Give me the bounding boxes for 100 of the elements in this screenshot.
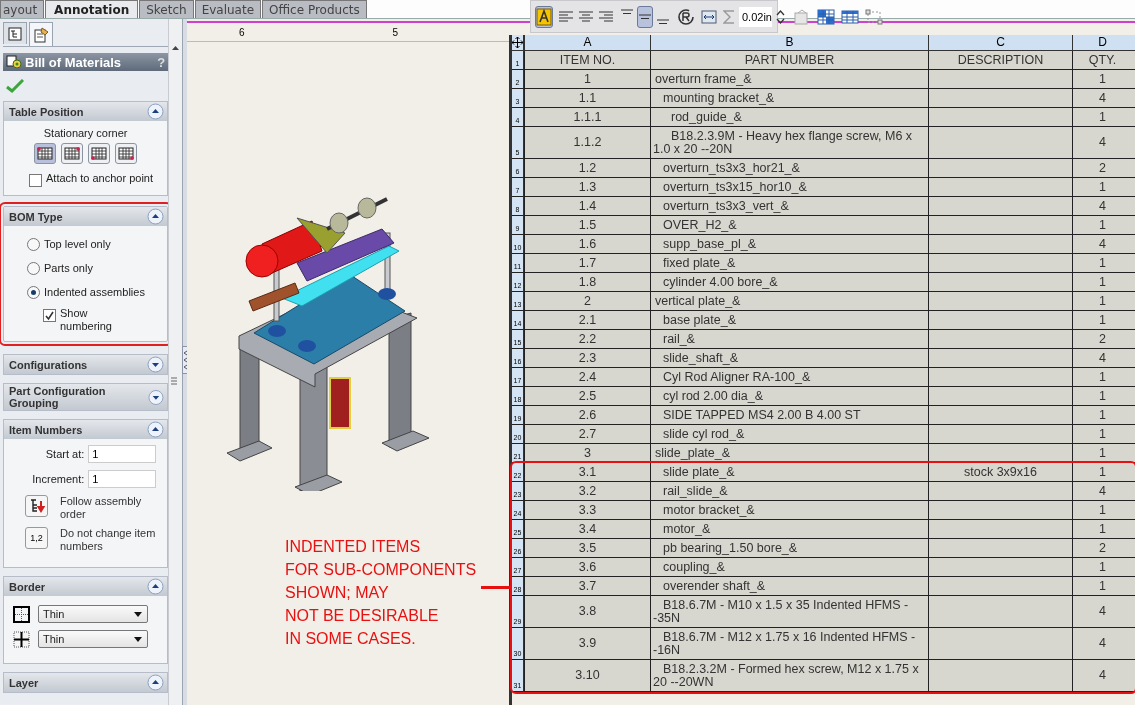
- table-cell: slide_plate_&: [650, 444, 928, 462]
- table-cell: 2.5: [524, 387, 650, 405]
- scrollbar[interactable]: [168, 19, 182, 705]
- properties-icon[interactable]: [793, 8, 811, 25]
- table-cell: overturn_ts3x3_vert_&: [650, 197, 928, 215]
- collapse-icon[interactable]: [147, 578, 165, 595]
- corner-button[interactable]: [88, 143, 111, 164]
- checkbox-label: Show numbering: [60, 307, 113, 333]
- checkbox[interactable]: [43, 309, 56, 322]
- corner-button[interactable]: [61, 143, 84, 164]
- table-cell: 1.1: [524, 89, 650, 107]
- table-cell: 1: [1072, 70, 1132, 88]
- table-cell: cyl rod 2.00 dia_&: [650, 387, 928, 405]
- table-cell: 1: [1072, 425, 1132, 443]
- ribbon-tab[interactable]: Office Products: [262, 0, 367, 18]
- table-cell: rail_&: [650, 330, 928, 348]
- vertical-align-button[interactable]: [637, 5, 653, 28]
- keep-numbers-button[interactable]: 1,2: [25, 527, 48, 549]
- radio-button[interactable]: [27, 285, 40, 299]
- move-table-icon[interactable]: [512, 37, 523, 48]
- rotate-icon[interactable]: [677, 7, 695, 26]
- table-cell: 2.4: [524, 368, 650, 386]
- table-icon[interactable]: [841, 9, 859, 24]
- table-cell: base plate_&: [650, 311, 928, 329]
- column-letter[interactable]: D: [1072, 35, 1132, 50]
- table-cell: B18.2.3.2M - Formed hex screw, M12 x 1.75 x 20 --20WN: [650, 660, 928, 691]
- table-cell: cylinder 4.00 bore_&: [650, 273, 928, 291]
- table-cell: 1: [1072, 387, 1132, 405]
- table-cell: overturn_ts3x3_hor21_&: [650, 159, 928, 177]
- table-cell: supp_base_pl_&: [650, 235, 928, 253]
- table-cell: 3: [524, 444, 650, 462]
- table-cell: B18.6.7M - M12 x 1.75 x 16 Indented HFMS --16N: [650, 628, 928, 659]
- table-cell: SIDE TAPPED MS4 2.00 B 4.00 ST: [650, 406, 928, 424]
- table-cell: 1.2: [524, 159, 650, 177]
- ribbon-tab[interactable]: Sketch: [139, 0, 194, 18]
- table-cell: 1.7: [524, 254, 650, 272]
- spinner-icon[interactable]: [776, 8, 785, 25]
- table-cell: overturn_ts3x15_hor10_&: [650, 178, 928, 196]
- table-cell: overender shaft_&: [650, 577, 928, 595]
- table-cell: 3.10: [524, 660, 650, 691]
- table-cell: 1: [1072, 292, 1132, 310]
- increment-field[interactable]: 1: [88, 470, 157, 488]
- table-cell: 1: [1072, 108, 1132, 126]
- grip-icon[interactable]: [171, 377, 177, 387]
- table-cell: 2: [1072, 330, 1132, 348]
- table-cell: 3.5: [524, 539, 650, 557]
- radio-label: Parts only: [44, 262, 93, 274]
- table-cell: motor_&: [650, 520, 928, 538]
- expand-icon[interactable]: [148, 388, 165, 406]
- vertical-align-icon: [638, 13, 652, 20]
- fit-icon[interactable]: [701, 9, 717, 24]
- table-cell: 4: [1072, 660, 1132, 691]
- ribbon-tab[interactable]: Annotation: [45, 0, 139, 18]
- spacing-field[interactable]: 0.02in: [739, 6, 772, 27]
- table-cell: 1.4: [524, 197, 650, 215]
- option-label: Follow assembly order: [60, 495, 143, 521]
- expand-icon[interactable]: [147, 356, 165, 373]
- feature-tree-tab[interactable]: [3, 22, 27, 44]
- table-cell: 1: [1072, 311, 1132, 329]
- ok-check-icon[interactable]: [6, 79, 24, 93]
- table-cell: 1: [1072, 444, 1132, 462]
- collapse-icon[interactable]: [147, 674, 165, 691]
- column-header: DESCRIPTION: [928, 51, 1072, 69]
- column-letter[interactable]: C: [928, 35, 1072, 50]
- table-cell: 2.6: [524, 406, 650, 424]
- select-table-icon[interactable]: [865, 8, 883, 25]
- ribbon-tab[interactable]: ayout: [0, 0, 45, 18]
- table-cell: 4: [1072, 349, 1132, 367]
- collapse-icon[interactable]: [147, 421, 165, 438]
- border-dropdown[interactable]: Thin: [38, 605, 148, 623]
- field-label: Stationary corner: [42, 127, 129, 139]
- ribbon-tab[interactable]: Evaluate: [194, 0, 262, 18]
- radio-button[interactable]: [27, 237, 40, 251]
- field-label: Increment:: [32, 473, 85, 485]
- column-letter[interactable]: B: [650, 35, 928, 50]
- table-cell: rail_slide_&: [650, 482, 928, 500]
- table-color-icon[interactable]: [817, 8, 835, 25]
- radio-label: Top level only: [44, 238, 111, 250]
- table-cell: 3.8: [524, 596, 650, 627]
- grid-dropdown[interactable]: Thin: [38, 630, 148, 648]
- corner-button[interactable]: [115, 143, 138, 164]
- scroll-up-icon[interactable]: [171, 45, 181, 51]
- radio-button[interactable]: [27, 261, 40, 275]
- checkbox[interactable]: [29, 174, 42, 187]
- property-manager-tab[interactable]: [29, 22, 53, 46]
- section-title: Item Numbers: [9, 423, 83, 436]
- table-cell: 3.7: [524, 577, 650, 595]
- start-at-field[interactable]: 1: [88, 445, 157, 463]
- table-cell: pb bearing_1.50 bore_&: [650, 539, 928, 557]
- corner-button[interactable]: [34, 143, 57, 164]
- follow-order-button[interactable]: [25, 495, 48, 517]
- table-cell: 2: [524, 292, 650, 310]
- font-button[interactable]: [535, 5, 553, 28]
- option-label: Do not change item numbers: [60, 527, 157, 553]
- column-letter[interactable]: A: [524, 35, 650, 50]
- collapse-icon[interactable]: [147, 208, 165, 225]
- table-cell: 1: [1072, 254, 1132, 272]
- table-cell: coupling_&: [650, 558, 928, 576]
- table-cell: fixed plate_&: [650, 254, 928, 272]
- collapse-icon[interactable]: [147, 103, 165, 120]
